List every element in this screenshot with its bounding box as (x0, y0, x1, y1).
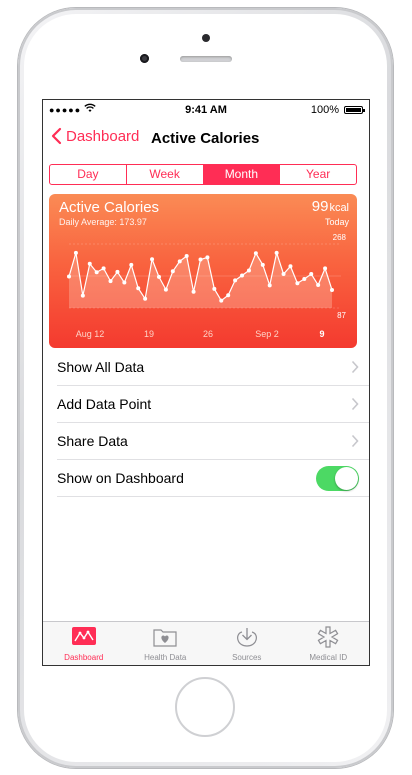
data-point (323, 266, 328, 271)
sources-download-icon (236, 628, 257, 647)
home-button[interactable] (175, 677, 235, 737)
data-point (80, 293, 85, 298)
data-point (246, 268, 251, 273)
screen: ●●●●● 9:41 AM 100% Dashboard Active Calo… (42, 99, 370, 666)
tab-dashboard-label: Dashboard (64, 653, 104, 662)
share-data-row[interactable]: Share Data (57, 423, 369, 460)
x-tick-label: 9 (319, 329, 324, 339)
today-value-number: 99 (311, 198, 329, 215)
data-point (260, 262, 265, 267)
data-point (212, 286, 217, 291)
share-data-label: Share Data (57, 433, 128, 449)
data-point (156, 274, 161, 279)
today-label: Today (324, 217, 349, 227)
battery-percent: 100% (310, 104, 339, 116)
data-point (205, 255, 210, 260)
data-point (198, 257, 203, 262)
back-button[interactable]: Dashboard (51, 127, 139, 145)
data-point (253, 251, 258, 256)
today-value-unit: kcal (329, 202, 349, 214)
data-point (233, 278, 238, 283)
data-point (219, 298, 224, 303)
add-data-point-label: Add Data Point (57, 396, 152, 412)
health-data-folder-icon (153, 629, 177, 647)
data-point (191, 289, 196, 294)
tab-medical-id-label: Medical ID (309, 653, 348, 662)
period-segmented-control: Day Week Month Year (49, 164, 357, 185)
data-point (330, 287, 334, 292)
segment-day[interactable]: Day (50, 165, 127, 184)
y-tick-label-min: 87 (337, 311, 346, 320)
data-point (226, 293, 231, 298)
today-value: 99kcal (312, 198, 349, 215)
chevron-right-icon (351, 397, 359, 411)
add-data-point-row[interactable]: Add Data Point (57, 386, 369, 423)
chevron-right-icon (351, 434, 359, 448)
page-title: Active Calories (151, 130, 260, 147)
data-point (309, 272, 314, 277)
data-point (67, 274, 71, 279)
back-label: Dashboard (66, 127, 140, 145)
toggle-knob (335, 467, 358, 490)
data-point (184, 254, 189, 259)
actions-list: Show All Data Add Data Point Share Data … (43, 349, 369, 497)
data-point (267, 283, 272, 288)
front-camera (140, 54, 149, 63)
chevron-left-icon (51, 127, 62, 145)
data-point (101, 266, 106, 271)
data-point (73, 250, 78, 255)
tab-sources-label: Sources (232, 653, 262, 662)
x-tick-label: 19 (144, 329, 154, 339)
show-on-dashboard-label: Show on Dashboard (57, 470, 184, 486)
daily-average: Daily Average: 173.97 (59, 217, 147, 227)
chart-title: Active Calories (59, 199, 160, 216)
tab-dashboard[interactable]: Dashboard (43, 622, 125, 665)
data-point (129, 262, 134, 267)
data-point (115, 269, 120, 274)
navigation-bar: Dashboard Active Calories (43, 120, 369, 160)
segment-month[interactable]: Month (203, 165, 281, 184)
show-on-dashboard-row: Show on Dashboard (57, 460, 369, 497)
data-point (240, 273, 245, 278)
data-point (170, 269, 175, 274)
x-tick-label: Aug 12 (76, 329, 105, 339)
y-tick-label-max: 268 (333, 233, 347, 242)
data-point (122, 280, 127, 285)
data-point (150, 257, 155, 262)
top-camera-dot (202, 34, 210, 42)
show-on-dashboard-toggle[interactable] (316, 466, 359, 491)
tab-medical-id[interactable]: Medical ID (288, 622, 370, 665)
x-tick-label: Sep 2 (255, 329, 279, 339)
data-point (274, 250, 279, 255)
data-point (87, 261, 92, 266)
data-point (316, 283, 321, 288)
dashboard-chart-icon (71, 627, 96, 645)
data-point (108, 279, 113, 284)
data-point (94, 270, 99, 275)
data-point (143, 296, 148, 301)
battery-icon (344, 106, 365, 114)
data-point (163, 287, 168, 292)
tab-health-data[interactable]: Health Data (125, 622, 207, 665)
medical-id-asterisk-icon (317, 626, 339, 648)
status-bar: ●●●●● 9:41 AM 100% (43, 100, 369, 120)
earpiece-speaker (180, 56, 232, 62)
tab-health-data-label: Health Data (144, 653, 187, 662)
tab-bar: Dashboard Health Data Sources Medical ID (43, 621, 369, 665)
active-calories-chart-card: 268 87 Aug 12 19 26 Sep 2 9 Active Calories Da… (49, 194, 357, 348)
data-point (288, 264, 293, 269)
x-tick-label: 26 (203, 329, 213, 339)
data-point (177, 259, 182, 264)
tab-sources[interactable]: Sources (206, 622, 288, 665)
data-point (136, 286, 141, 291)
data-point (281, 272, 286, 277)
chevron-right-icon (351, 360, 359, 374)
data-point (302, 277, 307, 282)
segment-week[interactable]: Week (127, 165, 204, 184)
segment-year[interactable]: Year (280, 165, 356, 184)
show-all-data-label: Show All Data (57, 359, 145, 375)
data-point (295, 281, 300, 286)
show-all-data-row[interactable]: Show All Data (57, 349, 369, 386)
